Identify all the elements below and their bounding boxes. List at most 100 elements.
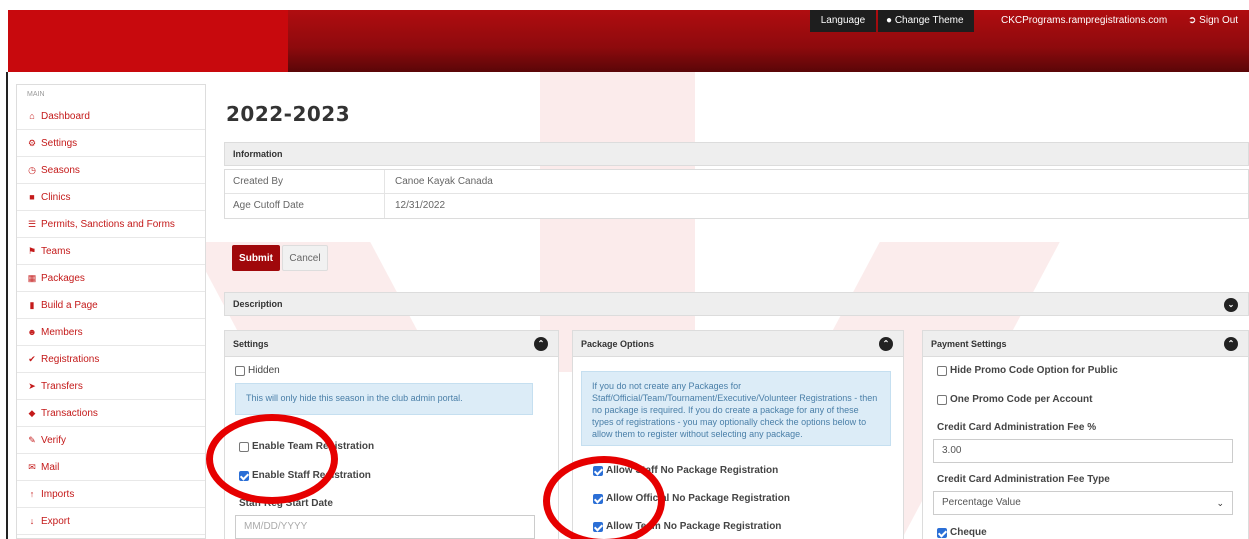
info-key: Created By [225, 170, 385, 193]
hidden-note: This will only hide this season in the c… [235, 383, 533, 415]
pencil-icon: ✎ [28, 435, 36, 445]
main-content: 2022-2023 Information Created By Canoe K… [222, 72, 1249, 539]
mail-icon: ✉ [28, 462, 36, 472]
sidebar-item-registrations[interactable]: ✔ Registrations [17, 346, 205, 373]
site-link[interactable]: CKCPrograms.rampregistrations.com [993, 10, 1175, 32]
chevron-up-icon[interactable]: ⌃ [1224, 337, 1238, 351]
checkbox-box[interactable] [937, 527, 947, 538]
sign-out-button[interactable]: ➲ Sign Out [1180, 10, 1246, 32]
table-row: Age Cutoff Date 12/31/2022 [225, 194, 1248, 218]
tag-icon: ◆ [28, 408, 36, 418]
sidebar-item-label: Settings [41, 137, 78, 149]
package-options-header-label: Package Options [581, 339, 655, 349]
logo-area [8, 10, 288, 72]
annotation-circle [543, 456, 665, 539]
cc-fee-label: Credit Card Administration Fee % [937, 422, 1097, 433]
chevron-down-icon[interactable]: ⌄ [1224, 298, 1238, 312]
cc-fee-type-value: Percentage Value [942, 497, 1021, 508]
change-theme-label: Change Theme [894, 15, 964, 26]
one-promo-label: One Promo Code per Account [950, 394, 1093, 405]
chevron-up-icon[interactable]: ⌃ [879, 337, 893, 351]
plane-icon: ➤ [28, 381, 36, 391]
sidebar-item-transfers[interactable]: ➤ Transfers [17, 373, 205, 400]
sidebar-item-packages[interactable]: ▦ Packages [17, 265, 205, 292]
sidebar: MAIN ⌂ Dashboard ⚙ Settings ◷ Seasons ■ Clin… [16, 84, 206, 539]
package-options-panel-header: Package Options ⌃ [573, 331, 903, 357]
sidebar-item-label: Imports [41, 488, 75, 500]
flag-icon: ⚑ [27, 246, 37, 256]
sidebar-item-label: Mail [41, 461, 60, 473]
sidebar-item-seasons[interactable]: ◷ Seasons [17, 157, 205, 184]
sidebar-item-label: Export [41, 515, 70, 527]
checkbox-box[interactable] [235, 365, 245, 376]
description-panel-header[interactable]: Description ⌄ [224, 292, 1249, 316]
language-button[interactable]: Language [810, 10, 876, 32]
sidebar-item-members[interactable]: ☻ Members [17, 319, 205, 346]
arrow-up-icon: ↑ [29, 489, 35, 499]
book-icon: ■ [29, 192, 35, 202]
home-icon: ⌂ [29, 111, 35, 121]
hidden-label: Hidden [248, 365, 280, 376]
sidebar-item-transactions[interactable]: ◆ Transactions [17, 400, 205, 427]
settings-header-label: Settings [233, 339, 269, 349]
arrow-down-icon: ↓ [29, 516, 35, 526]
sidebar-section-label: MAIN [27, 91, 45, 98]
one-promo-code-checkbox[interactable]: One Promo Code per Account [937, 394, 1092, 405]
grid-icon: ▦ [27, 273, 37, 283]
sidebar-item-build-a-page[interactable]: ▮ Build a Page [17, 292, 205, 319]
sidebar-item-label: Packages [41, 272, 85, 284]
gear-icon: ⚙ [27, 138, 37, 148]
sidebar-item-label: Dashboard [41, 110, 90, 122]
sidebar-item-permits[interactable]: ☰ Permits, Sanctions and Forms [17, 211, 205, 238]
payment-settings-panel-header: Payment Settings ⌃ [923, 331, 1248, 357]
list-icon: ☰ [27, 219, 37, 229]
sidebar-item-settings[interactable]: ⚙ Settings [17, 130, 205, 157]
information-table: Created By Canoe Kayak Canada Age Cutoff… [224, 169, 1249, 219]
file-icon: ▮ [29, 300, 35, 310]
sidebar-item-mail[interactable]: ✉ Mail [17, 454, 205, 481]
staff-reg-start-input[interactable]: MM/DD/YYYY [235, 515, 535, 539]
settings-panel-header: Settings ⌃ [225, 331, 558, 357]
cc-fee-input[interactable]: 3.00 [933, 439, 1233, 463]
change-theme-button[interactable]: ● Change Theme [878, 10, 974, 32]
submit-button[interactable]: Submit [232, 245, 280, 271]
table-row: Created By Canoe Kayak Canada [225, 170, 1248, 194]
sidebar-item-dashboard[interactable]: ⌂ Dashboard [17, 103, 205, 130]
checkbox-box[interactable] [937, 365, 947, 376]
cheque-label: Cheque [950, 527, 987, 538]
annotation-circle [206, 414, 338, 504]
cheque-checkbox[interactable]: Cheque [937, 527, 987, 538]
sidebar-item-export[interactable]: ↓ Export [17, 508, 205, 535]
sign-out-icon: ➲ [1188, 15, 1197, 26]
sidebar-item-label: Registrations [41, 353, 100, 365]
hide-promo-label: Hide Promo Code Option for Public [950, 365, 1118, 376]
sidebar-item-label: Permits, Sanctions and Forms [41, 218, 175, 230]
sidebar-item-label: Build a Page [41, 299, 98, 311]
chevron-up-icon[interactable]: ⌃ [534, 337, 548, 351]
hide-promo-code-checkbox[interactable]: Hide Promo Code Option for Public [937, 365, 1118, 376]
payment-settings-header-label: Payment Settings [931, 339, 1007, 349]
sidebar-item-label: Clinics [41, 191, 71, 203]
sidebar-item-label: Transactions [41, 407, 98, 419]
sidebar-item-teams[interactable]: ⚑ Teams [17, 238, 205, 265]
info-value: Canoe Kayak Canada [395, 176, 493, 187]
sidebar-item-imports[interactable]: ↑ Imports [17, 481, 205, 508]
sidebar-item-verify[interactable]: ✎ Verify [17, 427, 205, 454]
user-icon: ☻ [27, 327, 37, 337]
info-value: 12/31/2022 [395, 200, 446, 211]
page-title: 2022-2023 [226, 102, 351, 126]
sidebar-item-label: Verify [41, 434, 67, 446]
cancel-button[interactable]: Cancel [282, 245, 328, 271]
cc-fee-type-select[interactable]: Percentage Value ⌄ [933, 491, 1233, 515]
sidebar-item-label: Teams [41, 245, 71, 257]
checkbox-box[interactable] [937, 394, 947, 405]
information-panel-header: Information [224, 142, 1249, 166]
chevron-down-icon: ⌄ [1216, 498, 1224, 508]
payment-settings-panel: Payment Settings ⌃ Hide Promo Code Optio… [922, 330, 1249, 539]
sidebar-item-clinics[interactable]: ■ Clinics [17, 184, 205, 211]
sidebar-item-label: Members [41, 326, 83, 338]
top-strip [0, 0, 1249, 10]
sign-out-label: Sign Out [1199, 15, 1239, 26]
sidebar-item-label: Transfers [41, 380, 83, 392]
hidden-checkbox[interactable]: Hidden [235, 365, 280, 376]
